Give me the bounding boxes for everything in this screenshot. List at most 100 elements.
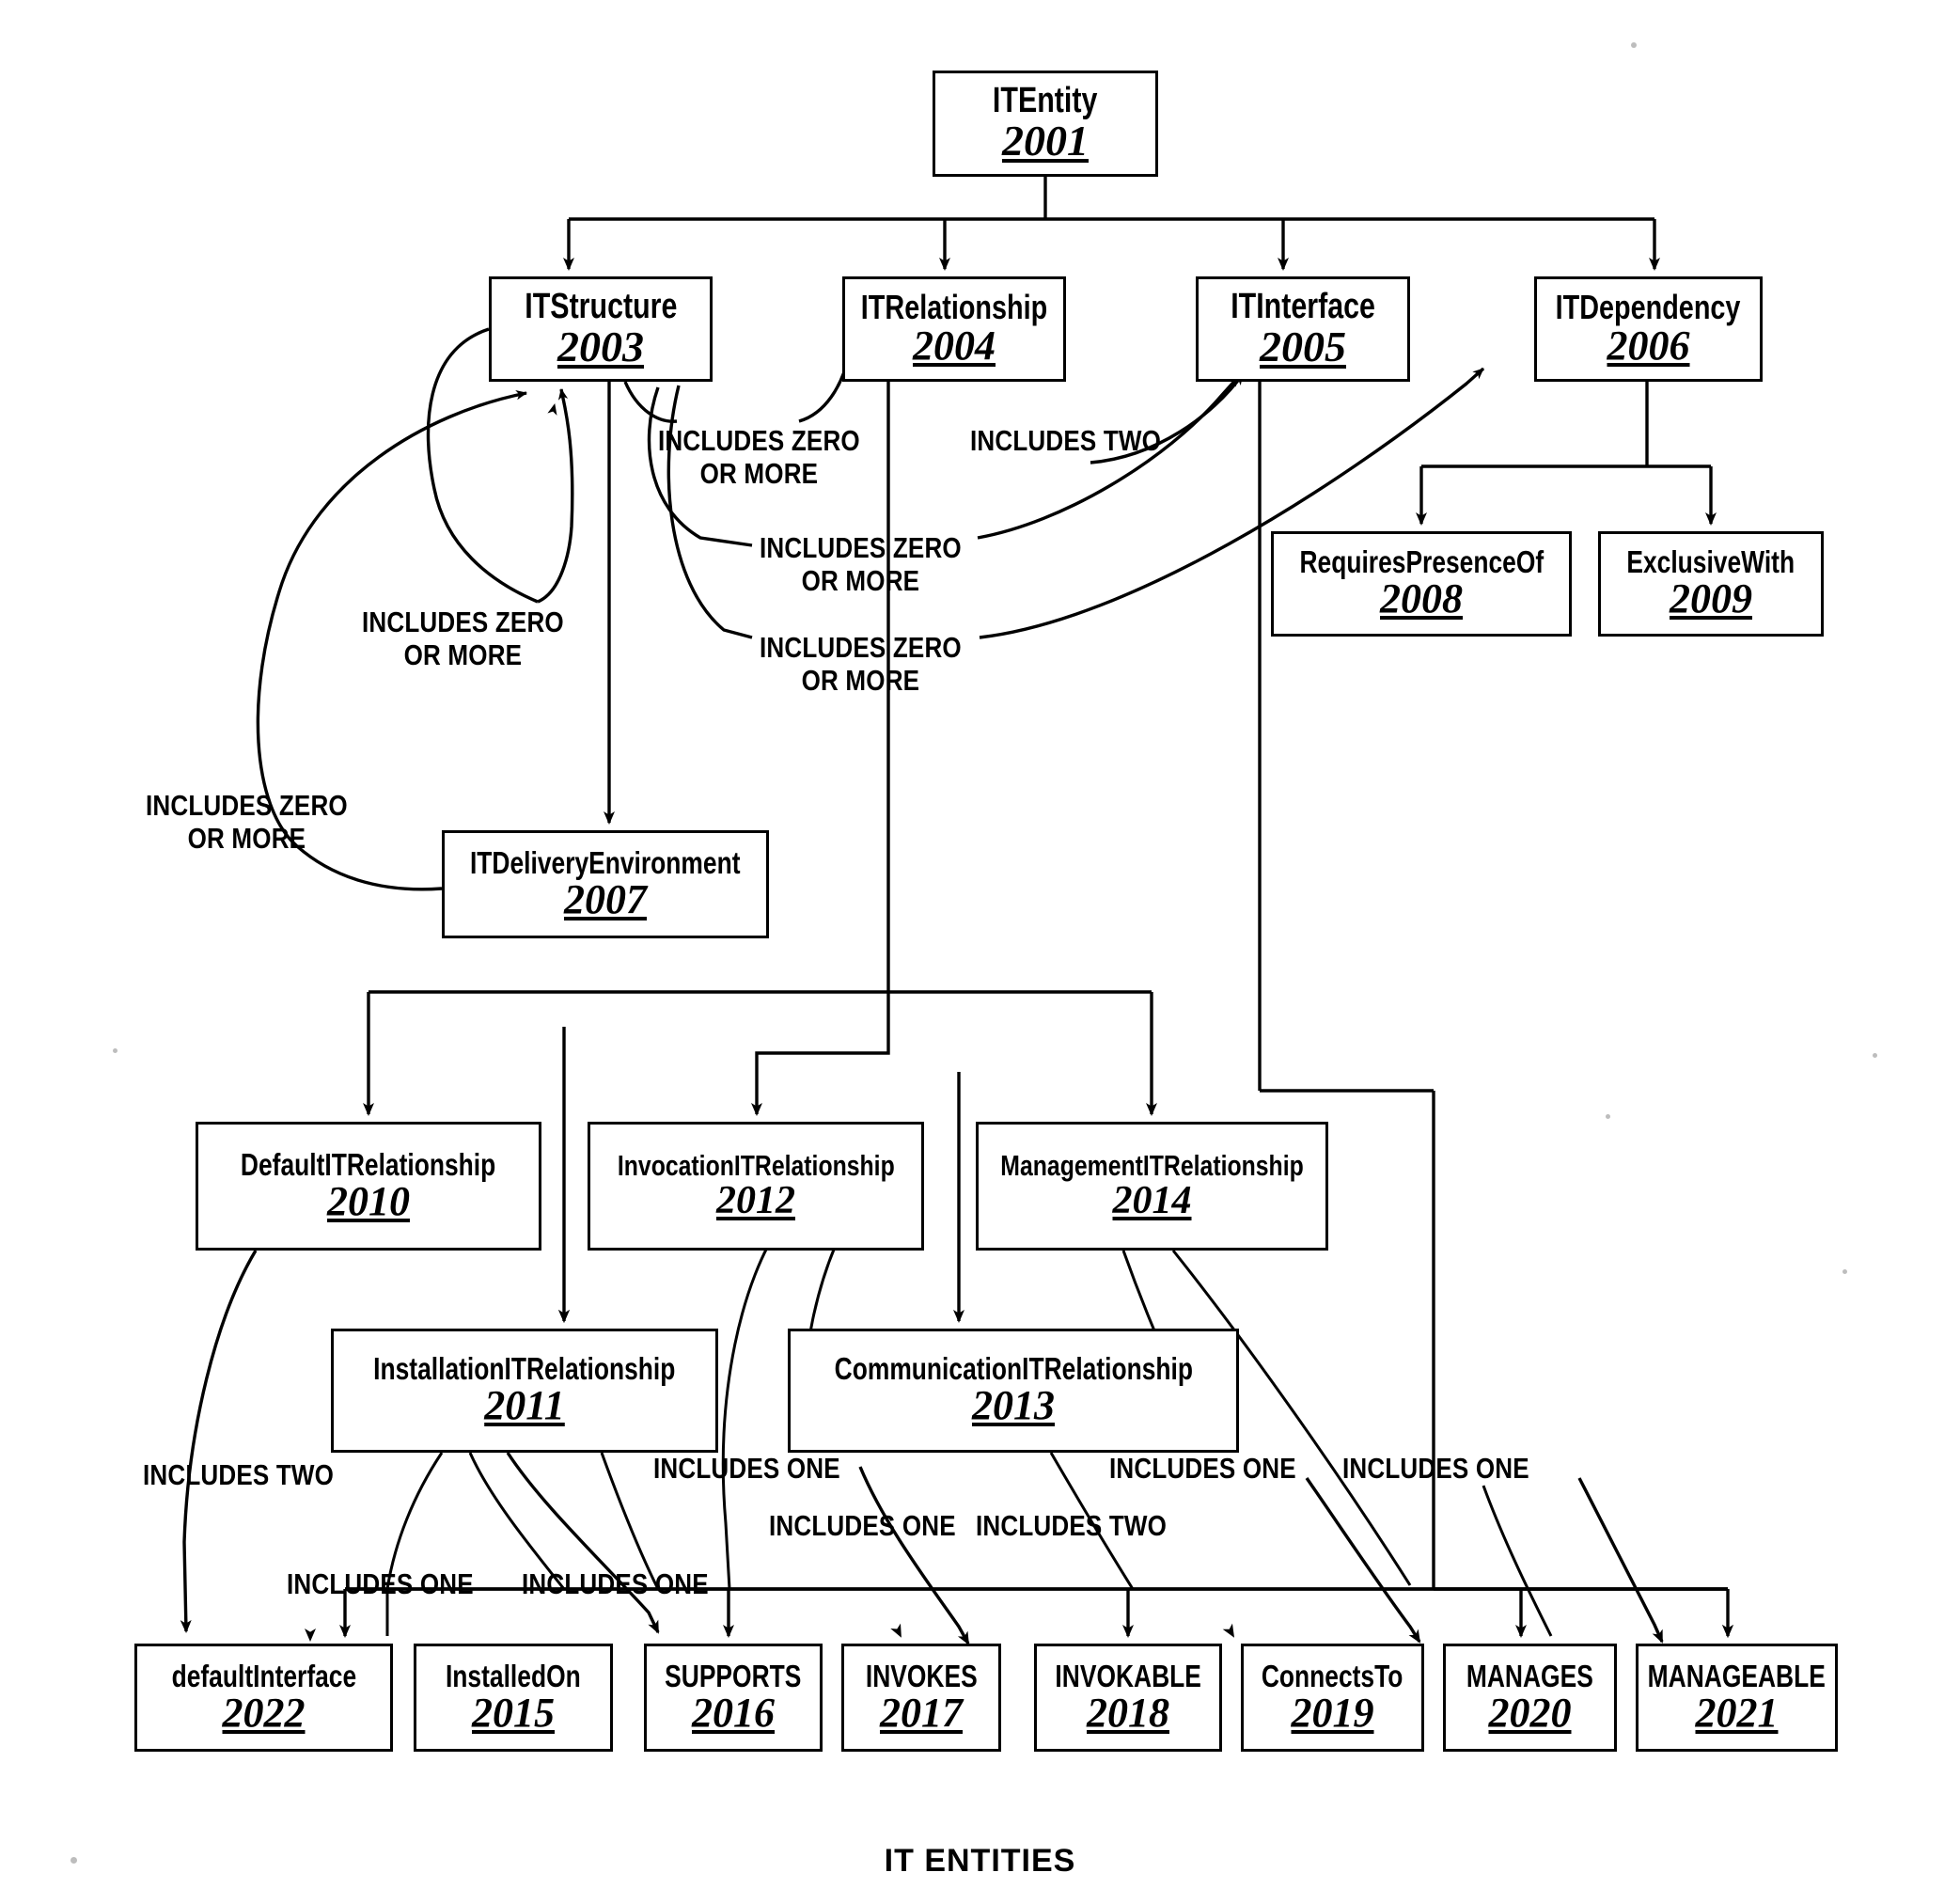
node-2014[interactable]: ManagementITRelationship 2014 (976, 1122, 1328, 1251)
node-name-label: InstallationITRelationship (373, 1351, 676, 1387)
node-2020[interactable]: MANAGES 2020 (1443, 1644, 1617, 1752)
node-reference-numeral: 2001 (1002, 117, 1089, 165)
wire-bus-2012 (751, 992, 890, 1116)
edge-label: INCLUDES ONE (522, 1567, 709, 1601)
node-name-label: InstalledOn (446, 1658, 581, 1693)
node-reference-numeral: 2019 (1291, 1689, 1374, 1736)
edge-label: INCLUDES ONE (1109, 1452, 1296, 1486)
node-name-label: SUPPORTS (665, 1658, 802, 1693)
node-reference-numeral: 2011 (484, 1382, 565, 1429)
node-2017[interactable]: INVOKES 2017 (841, 1644, 1001, 1752)
node-reference-numeral: 2021 (1695, 1689, 1779, 1736)
node-2006[interactable]: ITDependency 2006 (1534, 276, 1763, 382)
edge-label-line: INCLUDES ONE (1109, 1452, 1296, 1485)
node-reference-numeral: 2020 (1488, 1689, 1572, 1736)
edge-label: INCLUDES ONE (1342, 1452, 1529, 1486)
node-name-label: DefaultITRelationship (241, 1146, 496, 1182)
node-reference-numeral: 2005 (1260, 322, 1346, 370)
edge-label-line: INCLUDES TWO (143, 1458, 335, 1491)
scan-speck (113, 1048, 118, 1053)
wire-2014-2021 (1577, 1477, 1664, 1644)
scan-speck (1842, 1269, 1847, 1274)
node-name-label: ITEntity (993, 81, 1098, 121)
node-name-label: ITDeliveryEnvironment (470, 844, 741, 880)
scan-speck (1606, 1114, 1610, 1119)
edge-label-line: INCLUDES ZERO (760, 531, 962, 564)
node-reference-numeral: 2006 (1607, 322, 1690, 369)
node-reference-numeral: 2022 (222, 1689, 306, 1736)
edge-label-line: INCLUDES ZERO (658, 424, 860, 457)
node-reference-numeral: 2008 (1380, 575, 1463, 622)
edge-label: INCLUDES TWO (970, 424, 1162, 458)
node-reference-numeral: 2012 (716, 1178, 795, 1222)
scan-speck (1873, 1053, 1877, 1058)
edge-label: INCLUDES ONE (287, 1567, 474, 1601)
edge-label-line: INCLUDES TWO (970, 424, 1162, 457)
node-2013[interactable]: CommunicationITRelationship 2013 (788, 1329, 1239, 1453)
wire-2013-2018 (858, 1466, 970, 1645)
node-2012[interactable]: InvocationITRelationship 2012 (588, 1122, 924, 1251)
edge-label-line: INCLUDES TWO (976, 1509, 1168, 1542)
node-2005[interactable]: ITInterface 2005 (1196, 276, 1410, 382)
scan-speck (1631, 42, 1637, 48)
node-reference-numeral: 2013 (972, 1382, 1055, 1429)
edge-label: INCLUDES TWO (143, 1458, 335, 1492)
wire-2010-2022 (180, 1250, 258, 1633)
node-2003[interactable]: ITStructure 2003 (489, 276, 713, 382)
node-name-label: defaultInterface (171, 1658, 356, 1693)
node-reference-numeral: 2015 (472, 1689, 555, 1736)
node-name-label: RequiresPresenceOf (1299, 544, 1544, 580)
node-name-label: ITDependency (1556, 287, 1741, 326)
node-2009[interactable]: ExclusiveWith 2009 (1598, 531, 1824, 637)
scan-speck (71, 1857, 77, 1864)
node-2010[interactable]: DefaultITRelationship 2010 (196, 1122, 541, 1251)
edge-label-line: OR MORE (699, 456, 819, 490)
edge-label-line: INCLUDES ZERO (760, 631, 962, 664)
wire-2003-self-up (537, 388, 574, 604)
node-reference-numeral: 2004 (913, 322, 996, 369)
node-2011[interactable]: InstallationITRelationship 2011 (331, 1329, 718, 1453)
node-name-label: MANAGES (1466, 1658, 1593, 1693)
edge-label-line: INCLUDES ONE (287, 1567, 474, 1600)
node-2022[interactable]: defaultInterface 2022 (134, 1644, 393, 1752)
node-2018[interactable]: INVOKABLE 2018 (1034, 1644, 1222, 1752)
edge-label-line: INCLUDES ZERO (146, 789, 348, 822)
node-reference-numeral: 2003 (557, 322, 644, 370)
wire-2014-2020 (1305, 1477, 1421, 1644)
node-name-label: ManagementITRelationship (1000, 1148, 1304, 1182)
edge-label-line: OR MORE (801, 663, 920, 697)
node-reference-numeral: 2009 (1670, 575, 1752, 622)
node-name-label: INVOKES (865, 1658, 978, 1693)
node-reference-numeral: 2016 (692, 1689, 775, 1736)
node-reference-numeral: 2018 (1087, 1689, 1169, 1736)
edge-label-line: INCLUDES ZERO (362, 606, 564, 638)
node-2001[interactable]: ITEntity 2001 (933, 71, 1158, 177)
node-2004[interactable]: ITRelationship 2004 (842, 276, 1066, 382)
diagram-canvas: IT ENTITIES ITEntity 2001 ITStructure 2003 I… (0, 0, 1960, 1904)
edge-label-line: OR MORE (801, 563, 920, 597)
edge-label-line: INCLUDES ONE (1342, 1452, 1529, 1485)
edge-label: INCLUDES ZERO OR MORE (146, 789, 348, 855)
node-2007[interactable]: ITDeliveryEnvironment 2007 (442, 830, 769, 938)
edge-label: INCLUDES ZERO OR MORE (760, 631, 962, 697)
node-name-label: MANAGEABLE (1647, 1658, 1827, 1693)
edge-label: INCLUDES ONE (769, 1509, 956, 1543)
edge-label: INCLUDES ONE (653, 1452, 840, 1486)
node-name-label: CommunicationITRelationship (834, 1351, 1193, 1387)
edge-label-line: INCLUDES ONE (522, 1567, 709, 1600)
node-name-label: ITInterface (1231, 286, 1375, 326)
node-2019[interactable]: ConnectsTo 2019 (1241, 1644, 1424, 1752)
node-2008[interactable]: RequiresPresenceOf 2008 (1271, 531, 1572, 637)
node-2016[interactable]: SUPPORTS 2016 (644, 1644, 823, 1752)
node-reference-numeral: 2007 (564, 875, 647, 922)
edge-label: INCLUDES ZERO OR MORE (362, 606, 564, 671)
edge-label: INCLUDES ZERO OR MORE (760, 531, 962, 597)
node-2015[interactable]: InstalledOn 2015 (414, 1644, 613, 1752)
wire-el5-up-left (547, 403, 557, 416)
node-2021[interactable]: MANAGEABLE 2021 (1636, 1644, 1838, 1752)
node-name-label: INVOKABLE (1055, 1658, 1201, 1693)
node-name-label: ConnectsTo (1262, 1658, 1403, 1693)
node-reference-numeral: 2017 (880, 1689, 963, 1736)
node-reference-numeral: 2010 (327, 1177, 410, 1224)
node-name-label: ITRelationship (860, 287, 1048, 326)
